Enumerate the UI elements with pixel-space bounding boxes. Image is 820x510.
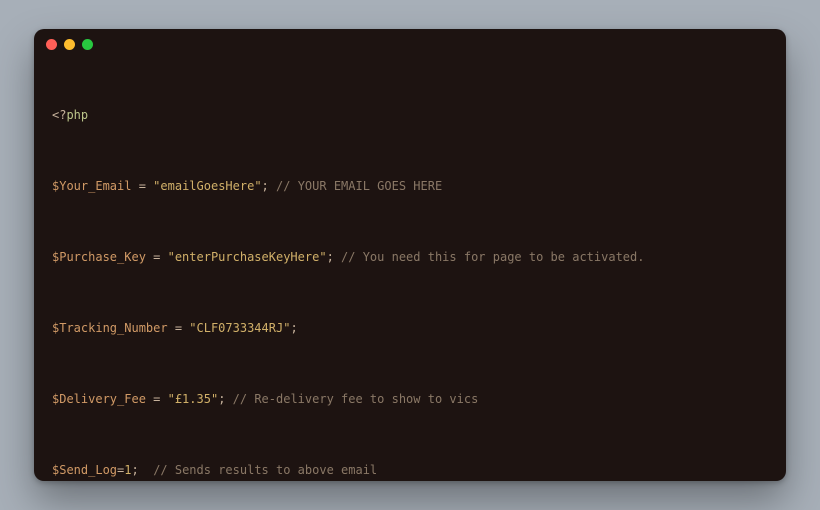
str: "enterPurchaseKeyHere" — [168, 250, 327, 264]
op: = — [146, 392, 168, 406]
code-line: <?php — [52, 108, 768, 123]
minimize-icon[interactable] — [64, 39, 75, 50]
sp — [225, 392, 232, 406]
var-tracking-number: $Tracking_Number — [52, 321, 168, 335]
var-send-log: $Send_Log — [52, 463, 117, 477]
code-line: $Tracking_Number = "CLF0733344RJ"; — [52, 321, 768, 336]
sp — [334, 250, 341, 264]
str: "emailGoesHere" — [153, 179, 261, 193]
php-open-pun: <? — [52, 108, 66, 122]
code-line: $Send_Log=1; // Sends results to above e… — [52, 463, 768, 478]
str: "CLF0733344RJ" — [189, 321, 290, 335]
close-icon[interactable] — [46, 39, 57, 50]
maximize-icon[interactable] — [82, 39, 93, 50]
sp — [269, 179, 276, 193]
code-window: <?php $Your_Email = "emailGoesHere"; // … — [34, 29, 786, 481]
op: = — [146, 250, 168, 264]
code-line: $Your_Email = "emailGoesHere"; // YOUR E… — [52, 179, 768, 194]
comment: // YOUR EMAIL GOES HERE — [276, 179, 442, 193]
titlebar — [34, 29, 786, 59]
code-area: <?php $Your_Email = "emailGoesHere"; // … — [34, 59, 786, 481]
semi: ; — [290, 321, 297, 335]
sp — [139, 463, 153, 477]
op: = — [131, 179, 153, 193]
comment: // You need this for page to be activate… — [341, 250, 644, 264]
semi: ; — [132, 463, 139, 477]
var-your-email: $Your_Email — [52, 179, 131, 193]
code-line: $Purchase_Key = "enterPurchaseKeyHere"; … — [52, 250, 768, 265]
op: = — [168, 321, 190, 335]
php-keyword: php — [66, 108, 88, 122]
str: "£1.35" — [168, 392, 219, 406]
semi: ; — [327, 250, 334, 264]
num: 1 — [124, 463, 131, 477]
comment: // Re-delivery fee to show to vics — [233, 392, 479, 406]
code-line: $Delivery_Fee = "£1.35"; // Re-delivery … — [52, 392, 768, 407]
comment: // Sends results to above email — [153, 463, 377, 477]
semi: ; — [262, 179, 269, 193]
var-delivery-fee: $Delivery_Fee — [52, 392, 146, 406]
var-purchase-key: $Purchase_Key — [52, 250, 146, 264]
